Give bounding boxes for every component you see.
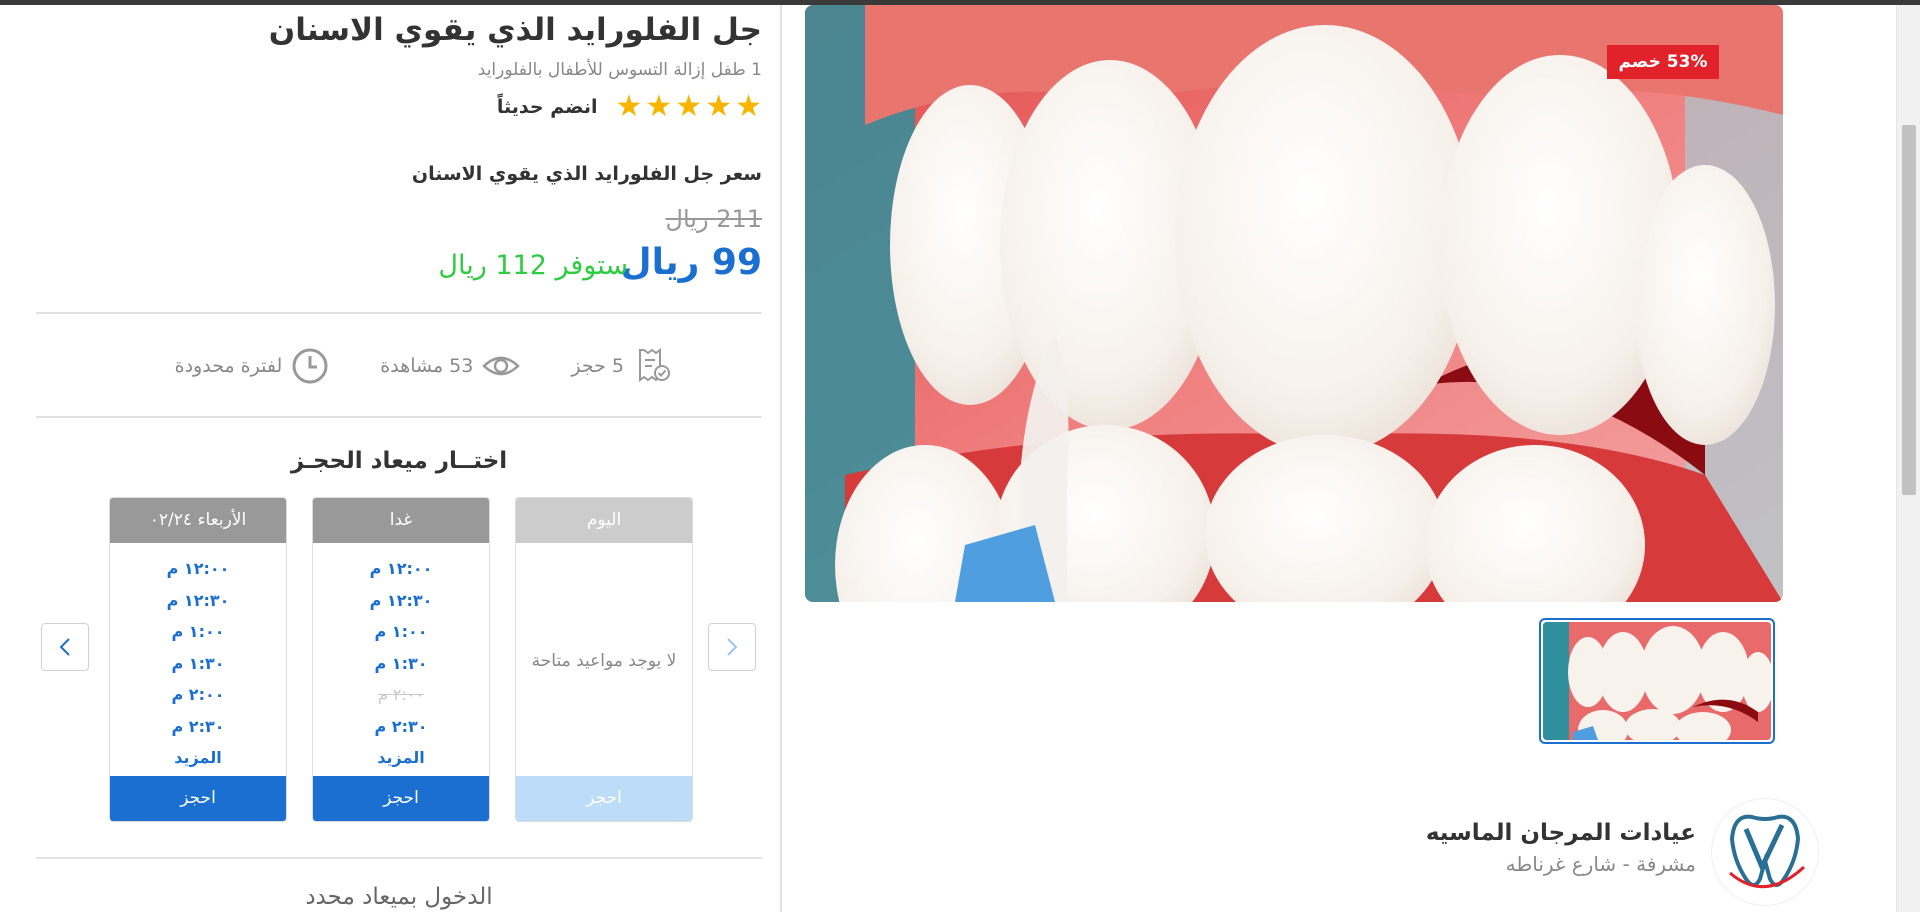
receipt-check-icon xyxy=(639,348,670,382)
book-button[interactable]: احجز xyxy=(516,776,692,821)
scrollbar-thumb[interactable] xyxy=(1902,125,1916,495)
new-price: 99 ريال xyxy=(620,242,762,283)
divider xyxy=(36,312,762,314)
clinic-logo[interactable] xyxy=(1711,798,1819,906)
bookings-stat: 5 حجز xyxy=(571,346,672,386)
star-icon: ★ xyxy=(645,89,673,124)
divider xyxy=(36,416,762,418)
booking-title: اختــار ميعاد الحجـز xyxy=(290,448,508,474)
chevron-left-icon xyxy=(59,638,70,656)
chevron-right-icon xyxy=(727,638,738,656)
slot-list: ١٢:٠٠ م ١٢:٣٠ م ١:٠٠ م ١:٣٠ م ٢:٠٠ م ٢:٣… xyxy=(313,543,489,776)
limited-time-label: لفترة محدودة xyxy=(174,355,283,377)
limited-time-stat: لفترة محدودة xyxy=(175,346,331,386)
next-days-button[interactable] xyxy=(708,623,756,671)
slot-list: ١٢:٠٠ م ١٢:٣٠ م ١:٠٠ م ١:٣٠ م ٢:٠٠ م ٢:٣… xyxy=(110,543,286,776)
product-main-image[interactable] xyxy=(805,5,1783,602)
eye-icon xyxy=(482,356,521,376)
star-rating: ★ ★ ★ ★ ★ xyxy=(615,92,762,122)
saving-amount: ستوفر 112 ريال xyxy=(438,250,628,281)
star-icon: ★ xyxy=(705,89,733,124)
thumbnail-photo xyxy=(1543,622,1771,740)
book-button[interactable]: احجز xyxy=(110,776,286,821)
time-slot[interactable]: ٢:٣٠ م xyxy=(375,711,428,743)
time-slot[interactable]: ٢:٣٠ م xyxy=(172,711,225,743)
price-label: سعر جل الفلورايد الذي يقوي الاسنان xyxy=(411,163,762,185)
time-slot-unavailable: ٢:٠٠ م xyxy=(377,685,425,704)
views-count: 53 مشاهدة xyxy=(380,355,474,377)
time-slot[interactable]: ١:٣٠ م xyxy=(375,648,428,680)
slot-list: لا يوجد مواعيد متاحة xyxy=(516,543,692,776)
views-stat: 53 مشاهدة xyxy=(380,346,521,386)
panel-divider xyxy=(780,5,782,912)
product-subtitle: 1 طفل إزالة التسوس للأطفال بالفلورايد xyxy=(477,60,762,80)
day-header: غدا xyxy=(313,498,489,543)
time-slot[interactable]: ١٢:٠٠ م xyxy=(167,553,230,585)
image-thumbnail[interactable] xyxy=(1539,618,1775,744)
rating-row: ★ ★ ★ ★ ★ انضم حديثاً xyxy=(497,92,762,122)
star-icon: ★ xyxy=(735,89,762,124)
previous-days-button[interactable] xyxy=(41,623,89,671)
clinic-info[interactable]: عيادات المرجان الماسيه مشرفة - شارع غرنا… xyxy=(1426,820,1696,876)
product-info-panel: جل الفلورايد الذي يقوي الاسنان 1 طفل إزا… xyxy=(0,0,780,912)
time-slot[interactable]: ١٢:٣٠ م xyxy=(167,585,230,617)
more-slots-link[interactable]: المزيد xyxy=(174,742,221,774)
star-icon: ★ xyxy=(615,89,643,124)
day-header: الأربعاء ٠٢/٢٤ xyxy=(110,498,286,543)
joined-label: انضم حديثاً xyxy=(496,96,598,118)
teeth-fluoride-photo xyxy=(805,5,1783,602)
time-slot[interactable]: ١٢:٠٠ م xyxy=(370,553,433,585)
time-slot[interactable]: ١٢:٣٠ م xyxy=(370,585,433,617)
day-column-wednesday: الأربعاء ٠٢/٢٤ ١٢:٠٠ م ١٢:٣٠ م ١:٠٠ م ١:… xyxy=(109,497,287,822)
divider xyxy=(36,857,762,859)
time-slot[interactable]: ١:٣٠ م xyxy=(172,648,225,680)
no-slots-message: لا يوجد مواعيد متاحة xyxy=(531,651,677,671)
more-slots-link[interactable]: المزيد xyxy=(377,742,424,774)
time-slot[interactable]: ١:٠٠ م xyxy=(172,616,225,648)
old-price: 211 ريال xyxy=(665,205,762,233)
day-column-today: اليوم لا يوجد مواعيد متاحة احجز xyxy=(515,497,693,822)
day-header: اليوم xyxy=(516,498,692,543)
discount-badge: 53% خصم xyxy=(1607,45,1719,79)
page-scrollbar[interactable] xyxy=(1896,5,1920,912)
walk-in-label: الدخول بميعاد محدد xyxy=(305,884,493,910)
day-column-tomorrow: غدا ١٢:٠٠ م ١٢:٣٠ م ١:٠٠ م ١:٣٠ م ٢:٠٠ م… xyxy=(312,497,490,822)
time-slot[interactable]: ١:٠٠ م xyxy=(375,616,428,648)
bookings-count: 5 حجز xyxy=(571,355,624,377)
clock-icon xyxy=(292,348,328,384)
book-button[interactable]: احجز xyxy=(313,776,489,821)
product-title: جل الفلورايد الذي يقوي الاسنان xyxy=(268,12,762,48)
star-icon: ★ xyxy=(675,89,703,124)
stats-row: 5 حجز 53 مشاهدة لفترة محدودة xyxy=(175,346,672,386)
clinic-location: مشرفة - شارع غرناطه xyxy=(1505,852,1696,876)
time-slot[interactable]: ٢:٠٠ م xyxy=(172,679,225,711)
clinic-name[interactable]: عيادات المرجان الماسيه xyxy=(1426,820,1696,846)
tooth-logo-icon xyxy=(1715,802,1815,902)
